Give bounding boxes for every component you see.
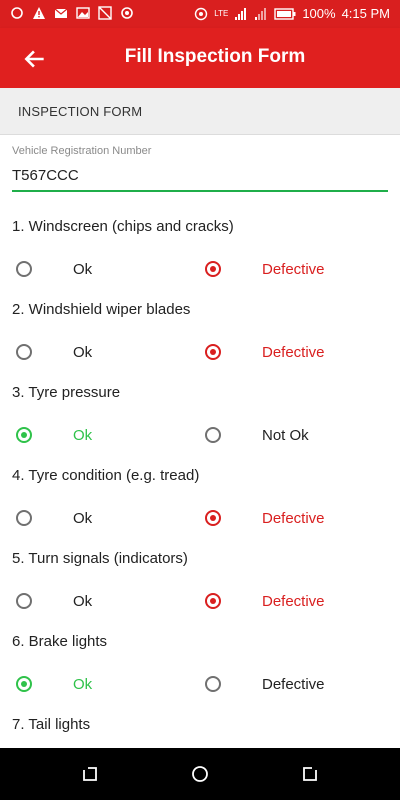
warning-icon: [33, 7, 45, 19]
system-nav-bar: [0, 748, 400, 800]
network-type-label: LTE: [214, 9, 229, 18]
q3-not-ok-option[interactable]: Not Ok: [205, 427, 309, 444]
option-label: Defective: [262, 509, 325, 527]
radio-button-checked[interactable]: [205, 593, 221, 609]
email-icon: [54, 8, 68, 18]
battery-percent: 100%: [302, 6, 336, 21]
option-label: Ok: [73, 592, 93, 610]
option-label: Ok: [73, 509, 93, 527]
q6-ok-option[interactable]: Ok: [16, 676, 92, 693]
question-label: 3. Tyre pressure: [12, 384, 121, 401]
status-bar: LTE 100% 4:15 PM: [0, 0, 400, 28]
battery-icon: [274, 7, 296, 20]
radio-button[interactable]: [16, 510, 32, 526]
option-label: Defective: [262, 592, 325, 610]
q6-defective-option[interactable]: Defective: [205, 676, 325, 693]
radio-button[interactable]: [16, 261, 32, 277]
option-label: Defective: [262, 343, 325, 361]
radio-button[interactable]: [205, 427, 221, 443]
radio-button-checked[interactable]: [205, 344, 221, 360]
hotspot-icon: [195, 7, 208, 20]
recent-apps-icon[interactable]: [80, 764, 100, 784]
q1-ok-option[interactable]: Ok: [16, 261, 92, 278]
page-title: Fill Inspection Form: [124, 46, 306, 67]
home-icon[interactable]: [190, 764, 210, 784]
app-bar: Fill Inspection Form: [0, 28, 400, 88]
question-label: 5. Turn signals (indicators): [12, 550, 188, 567]
radio-button[interactable]: [16, 344, 32, 360]
option-label: Defective: [262, 675, 325, 693]
option-label: Ok: [73, 343, 93, 361]
q2-ok-option[interactable]: Ok: [16, 344, 92, 361]
notification-sync-icon: [11, 7, 23, 19]
radio-button-checked[interactable]: [205, 510, 221, 526]
vehicle-registration-label: Vehicle Registration Number: [12, 145, 152, 157]
radio-button[interactable]: [205, 676, 221, 692]
radio-button-checked[interactable]: [16, 427, 32, 443]
q4-ok-option[interactable]: Ok: [16, 510, 92, 527]
vehicle-registration-field: Vehicle Registration Number: [12, 145, 388, 192]
location-icon: [121, 7, 133, 19]
q3-ok-option[interactable]: Ok: [16, 427, 92, 444]
signal-strength-icon: [235, 7, 247, 20]
question-label: 2. Windshield wiper blades: [12, 301, 191, 318]
option-label: Not Ok: [262, 426, 309, 444]
question-label: 1. Windscreen (chips and cracks): [12, 218, 234, 235]
vehicle-registration-input[interactable]: [12, 163, 388, 192]
clock: 4:15 PM: [341, 6, 390, 21]
question-label: 4. Tyre condition (e.g. tread): [12, 467, 200, 484]
signal-strength-2-icon: [255, 7, 267, 20]
q5-defective-option[interactable]: Defective: [205, 593, 325, 610]
question-label: 6. Brake lights: [12, 633, 108, 650]
radio-button[interactable]: [16, 593, 32, 609]
option-label: Ok: [73, 426, 93, 444]
section-title: INSPECTION FORM: [18, 104, 143, 119]
section-header: INSPECTION FORM: [0, 88, 400, 135]
radio-button-checked[interactable]: [16, 676, 32, 692]
q2-defective-option[interactable]: Defective: [205, 344, 325, 361]
no-signal-icon: [98, 6, 112, 20]
image-icon: [76, 7, 90, 19]
q5-ok-option[interactable]: Ok: [16, 593, 92, 610]
option-label: Ok: [73, 675, 93, 693]
option-label: Ok: [73, 260, 93, 278]
option-label: Defective: [262, 260, 325, 278]
question-label: 7. Tail lights: [12, 716, 91, 733]
q1-defective-option[interactable]: Defective: [205, 261, 325, 278]
back-nav-icon[interactable]: [300, 764, 320, 784]
q4-defective-option[interactable]: Defective: [205, 510, 325, 527]
radio-button-checked[interactable]: [205, 261, 221, 277]
